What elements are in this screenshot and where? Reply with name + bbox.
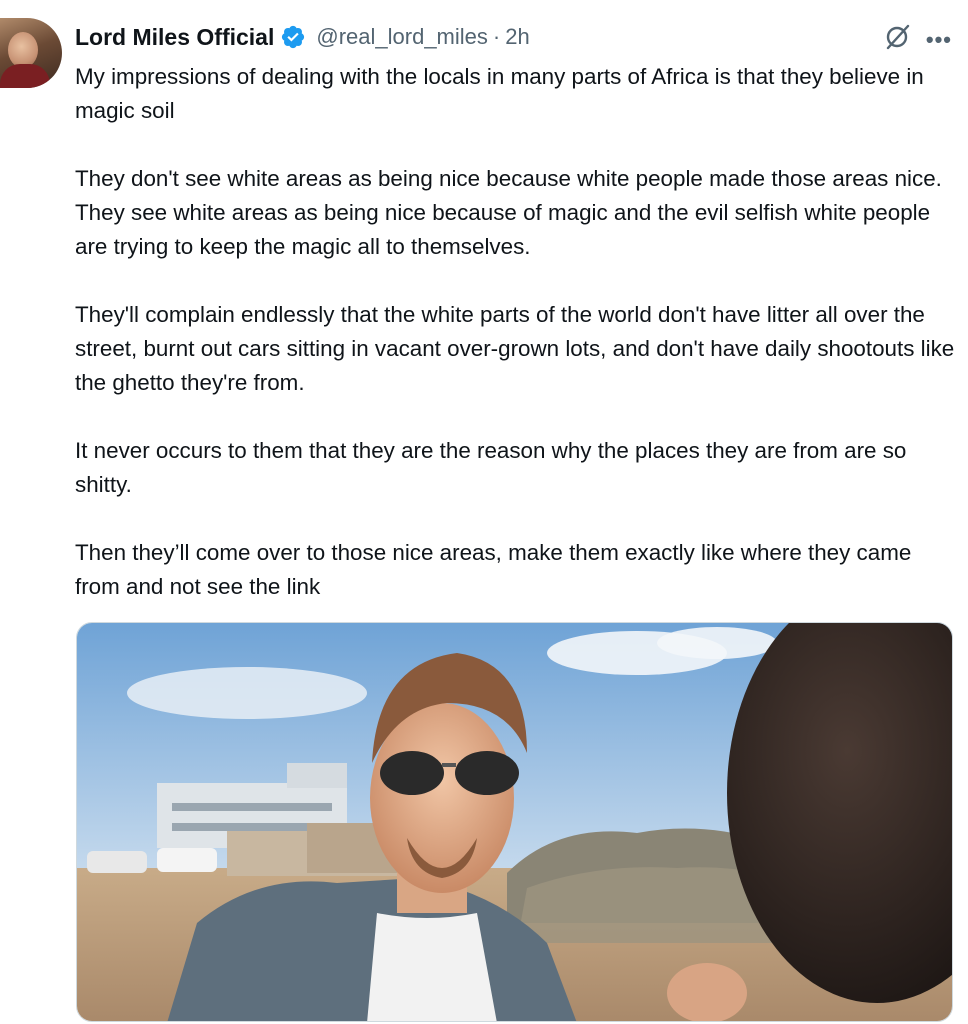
tweet-card: Lord Miles Official @real_lord_miles · 2… [0,0,968,1024]
header-actions: ••• [882,22,952,57]
tweet-paragraph: Then they’ll come over to those nice are… [75,540,912,599]
tweet-header: Lord Miles Official @real_lord_miles · 2… [75,20,530,54]
author-handle[interactable]: @real_lord_miles [316,24,488,50]
man-tshirt [367,913,497,1021]
building-upper [287,763,347,788]
tweet-paragraph: It never occurs to them that they are th… [75,438,907,497]
sunglasses-lens [380,751,444,795]
tweet-paragraph: They'll complain endlessly that the whit… [75,302,955,395]
building-windows [172,803,332,811]
verified-badge-icon [280,24,306,50]
cloud [657,627,777,659]
car [87,851,147,873]
avatar-shirt [0,64,50,88]
tweet-body: My impressions of dealing with the local… [75,60,955,638]
grok-icon[interactable] [882,22,912,57]
avatar-face [8,32,38,68]
car [157,848,217,872]
sunglasses-bridge [442,763,456,767]
more-options-icon[interactable]: ••• [926,28,952,51]
sunglasses-lens [455,751,519,795]
cloud [127,667,367,719]
avatar[interactable] [0,18,62,88]
tweet-media-photo[interactable] [76,622,953,1022]
tweet-paragraph: They don't see white areas as being nice… [75,166,942,259]
photo-illustration [77,623,952,1021]
tweet-timestamp[interactable]: 2h [505,24,529,50]
hand [667,963,747,1021]
separator-dot: · [492,24,501,49]
tweet-paragraph: My impressions of dealing with the local… [75,64,924,123]
author-display-name[interactable]: Lord Miles Official [75,24,274,51]
